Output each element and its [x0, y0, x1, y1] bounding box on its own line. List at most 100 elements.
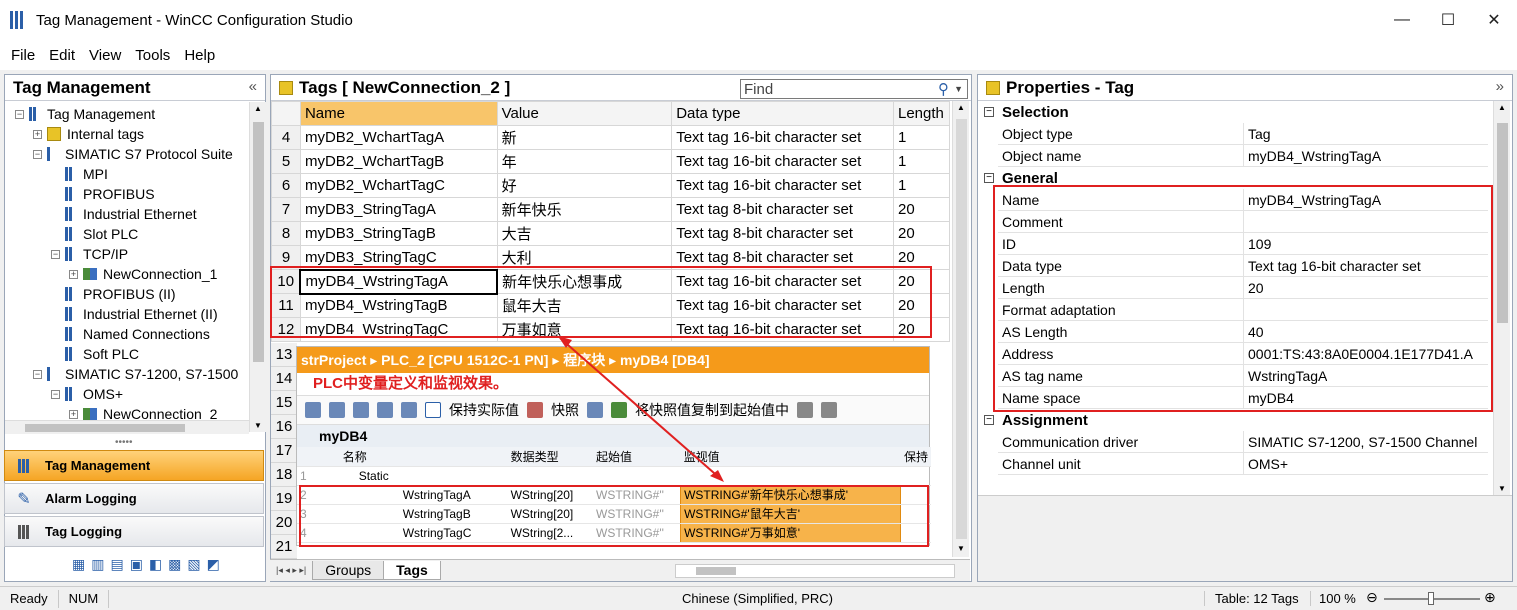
tag-datatype-cell[interactable]: Text tag 16-bit character set	[671, 173, 894, 198]
tree-item[interactable]: + NewConnection_1	[69, 264, 217, 284]
nav-alarm-logging[interactable]: ✎ Alarm Logging	[4, 483, 264, 514]
keep-actual-values-button[interactable]: 保持实际值	[449, 400, 519, 420]
tag-row[interactable]: 6 myDB2_WchartTagC 好 Text tag 16-bit charac…	[271, 173, 951, 198]
collapse-icon[interactable]	[377, 402, 393, 418]
expand-node-icon[interactable]: +	[69, 269, 78, 279]
tag-name-cell[interactable]: myDB2_WchartTagB	[299, 149, 498, 174]
property-value[interactable]: SIMATIC S7-1200, S7-1500 Channel	[1244, 434, 1477, 450]
tree-item[interactable]: + Internal tags	[33, 124, 144, 144]
property-value[interactable]: myDB4_WstringTagA	[1244, 148, 1381, 164]
find-input[interactable]: Find ⚲ ▼	[740, 79, 968, 99]
property-section[interactable]: − Selection	[980, 101, 1488, 123]
tree-item[interactable]: Named Connections	[51, 324, 210, 344]
menu-file[interactable]: File	[4, 47, 42, 64]
zoom-out-icon[interactable]: ⊖	[1366, 589, 1378, 606]
properties-vertical-scrollbar[interactable]: ▲ ▼	[1493, 101, 1510, 495]
db-var-name[interactable]: Static	[318, 466, 508, 486]
column-value[interactable]: Value	[496, 101, 673, 126]
tree-item[interactable]: Soft PLC	[51, 344, 139, 364]
expand-icon[interactable]	[353, 402, 369, 418]
collapse-left-icon[interactable]: «	[249, 78, 257, 95]
property-row[interactable]: Object type Tag	[998, 122, 1488, 145]
tag-datatype-cell[interactable]: Text tag 8-bit character set	[671, 221, 894, 246]
tag-length-cell[interactable]: 20	[892, 197, 951, 222]
tag-row[interactable]: 8 myDB3_StringTagB 大吉 Text tag 8-bit charac…	[271, 221, 951, 246]
tree-vertical-scrollbar[interactable]: ▲ ▼	[249, 102, 266, 432]
property-value[interactable]: Tag	[1244, 126, 1271, 142]
collapse-section-icon[interactable]: −	[984, 173, 994, 183]
tree-item[interactable]: Industrial Ethernet (II)	[51, 304, 218, 324]
tag-datatype-cell[interactable]: Text tag 16-bit character set	[671, 149, 894, 174]
tag-length-cell[interactable]: 1	[892, 173, 951, 198]
nav-tag-management[interactable]: Tag Management	[4, 450, 264, 481]
collapse-node-icon[interactable]: −	[51, 249, 60, 259]
tag-length-cell[interactable]: 1	[892, 149, 951, 174]
column-data-type[interactable]: Data type	[671, 101, 894, 126]
menu-help[interactable]: Help	[177, 47, 222, 64]
shortcut-icon-6[interactable]: ▩	[168, 556, 181, 573]
tag-name-cell[interactable]: myDB3_StringTagA	[299, 197, 498, 222]
collapse-node-icon[interactable]: −	[33, 149, 42, 159]
tree-item[interactable]: − TCP/IP	[51, 244, 128, 264]
tag-length-cell[interactable]: 20	[892, 221, 951, 246]
tag-value-cell[interactable]: 大吉	[496, 221, 673, 246]
tree-item[interactable]: Slot PLC	[51, 224, 138, 244]
tree-item[interactable]: − SIMATIC S7 Protocol Suite	[33, 144, 233, 164]
tag-value-cell[interactable]: 年	[496, 149, 673, 174]
tabs-horizontal-scrollbar[interactable]	[675, 564, 955, 578]
tag-row[interactable]: 5 myDB2_WchartTagB 年 Text tag 16-bit charac…	[271, 149, 951, 174]
tag-datatype-cell[interactable]: Text tag 8-bit character set	[671, 197, 894, 222]
property-value[interactable]: OMS+	[1244, 456, 1288, 472]
tree-item[interactable]: PROFIBUS (II)	[51, 284, 176, 304]
menu-view[interactable]: View	[82, 47, 128, 64]
monitor-glasses-icon[interactable]	[425, 402, 441, 418]
tag-row[interactable]: 4 myDB2_WchartTagA 新 Text tag 16-bit charac…	[271, 125, 951, 150]
list-icon[interactable]	[401, 402, 417, 418]
collapse-node-icon[interactable]: −	[33, 369, 42, 379]
load-start-icon-2[interactable]	[821, 402, 837, 418]
tab-groups[interactable]: Groups	[312, 561, 385, 580]
tree-item[interactable]: − SIMATIC S7-1200, S7-1500	[33, 364, 238, 384]
column-name[interactable]: Name	[299, 101, 498, 126]
collapse-right-icon[interactable]: »	[1496, 78, 1504, 95]
tree-item[interactable]: Industrial Ethernet	[51, 204, 197, 224]
maximize-button[interactable]: ☐	[1425, 0, 1471, 40]
chevron-down-icon[interactable]: ▼	[954, 84, 963, 94]
shortcut-icon-1[interactable]: ▦	[72, 556, 85, 573]
insert-row-icon[interactable]	[305, 402, 321, 418]
tag-value-cell[interactable]: 新	[496, 125, 673, 150]
tag-name-cell[interactable]: myDB3_StringTagB	[299, 221, 498, 246]
close-button[interactable]: ✕	[1471, 0, 1517, 40]
property-row[interactable]: Object name myDB4_WstringTagA	[998, 144, 1488, 167]
column-length[interactable]: Length	[892, 101, 951, 126]
search-icon[interactable]: ⚲	[938, 80, 949, 98]
load-start-icon[interactable]	[797, 402, 813, 418]
tag-value-cell[interactable]: 新年快乐	[496, 197, 673, 222]
tree-item[interactable]: PROFIBUS	[51, 184, 155, 204]
menu-edit[interactable]: Edit	[42, 47, 82, 64]
property-section[interactable]: − Assignment	[980, 409, 1488, 431]
tag-length-cell[interactable]: 1	[892, 125, 951, 150]
collapse-section-icon[interactable]: −	[984, 415, 994, 425]
db-var-retain[interactable]	[900, 466, 931, 486]
collapse-section-icon[interactable]: −	[984, 107, 994, 117]
expand-node-icon[interactable]: +	[33, 129, 42, 139]
shortcut-icon-4[interactable]: ▣	[130, 556, 143, 573]
tag-name-cell[interactable]: myDB2_WchartTagA	[299, 125, 498, 150]
tree-item[interactable]: − OMS+	[51, 384, 123, 404]
tag-datatype-cell[interactable]: Text tag 16-bit character set	[671, 125, 894, 150]
tag-value-cell[interactable]: 好	[496, 173, 673, 198]
zoom-in-icon[interactable]: ⊕	[1484, 589, 1496, 606]
shortcut-icon-7[interactable]: ▧	[187, 556, 200, 573]
tag-row[interactable]: 7 myDB3_StringTagA 新年快乐 Text tag 8-bit char…	[271, 197, 951, 222]
add-row-icon[interactable]	[329, 402, 345, 418]
shortcut-icon-5[interactable]: ◧	[149, 556, 162, 573]
collapse-node-icon[interactable]: −	[15, 109, 24, 119]
tag-name-cell[interactable]: myDB2_WchartTagC	[299, 173, 498, 198]
property-row[interactable]: Channel unit OMS+	[998, 452, 1488, 475]
expand-node-icon[interactable]: +	[69, 409, 78, 419]
menu-tools[interactable]: Tools	[128, 47, 177, 64]
zoom-slider-thumb[interactable]	[1428, 592, 1434, 605]
zoom-slider[interactable]: ⊖ ⊕	[1366, 589, 1502, 607]
minimize-button[interactable]: —	[1379, 0, 1425, 40]
